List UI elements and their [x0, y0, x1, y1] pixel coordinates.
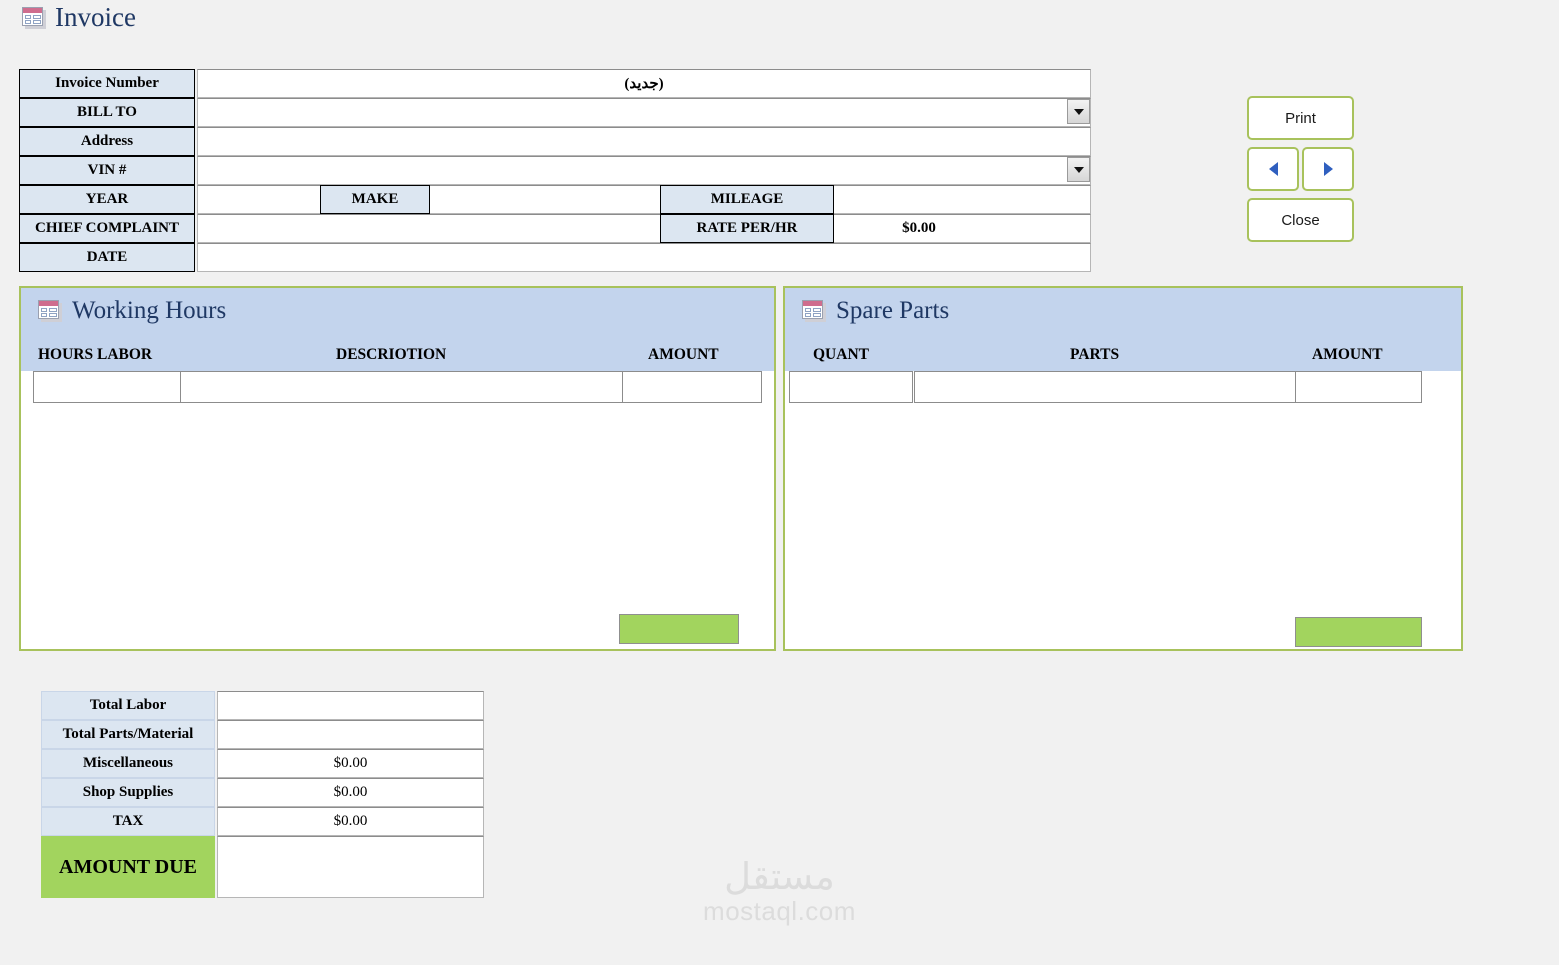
- label-total-parts-material: Total Parts/Material: [41, 720, 215, 749]
- column-header-amount: AMOUNT: [1312, 346, 1383, 363]
- row-chief-complaint: CHIEF COMPLAINT RATE PER/HR $0.00: [19, 214, 1091, 243]
- label-chief-complaint: CHIEF COMPLAINT: [19, 214, 195, 243]
- totals-row-tax: TAX $0.00: [41, 807, 484, 836]
- working-hours-title: Working Hours: [38, 298, 226, 323]
- watermark-latin: mostaql.com: [703, 896, 856, 926]
- value-shop-supplies[interactable]: $0.00: [217, 778, 484, 807]
- label-mileage: MILEAGE: [660, 185, 834, 214]
- action-buttons: Print Close: [1247, 96, 1355, 242]
- value-rate-per-hr[interactable]: $0.00: [834, 214, 1004, 243]
- spare-parts-subform: Spare Parts QUANT PARTS AMOUNT: [783, 286, 1463, 651]
- bill-to-chevron-down-icon[interactable]: [1067, 99, 1090, 124]
- row-year: YEAR MAKE MILEAGE: [19, 185, 1091, 214]
- cell-amount[interactable]: [1295, 371, 1422, 403]
- arrow-right-icon: [1323, 162, 1333, 176]
- label-make: MAKE: [320, 185, 430, 214]
- row-bill-to: BILL TO: [19, 98, 1091, 127]
- totals-row-miscellaneous: Miscellaneous $0.00: [41, 749, 484, 778]
- cell-amount[interactable]: [622, 371, 762, 403]
- form-icon: [22, 6, 46, 29]
- label-tax: TAX: [41, 807, 215, 836]
- value-miscellaneous[interactable]: $0.00: [217, 749, 484, 778]
- field-invoice-number[interactable]: (جديد): [197, 69, 1091, 98]
- column-header-amount: AMOUNT: [648, 346, 719, 363]
- invoice-header-form: Invoice Number (جديد) BILL TO Address VI…: [19, 69, 1091, 272]
- value-amount-due[interactable]: [217, 836, 484, 898]
- form-icon: [38, 299, 62, 322]
- close-button[interactable]: Close: [1247, 198, 1354, 242]
- working-hours-row: [21, 371, 774, 403]
- spare-parts-header: Spare Parts QUANT PARTS AMOUNT: [785, 288, 1461, 371]
- row-address: Address: [19, 127, 1091, 156]
- label-invoice-number: Invoice Number: [19, 69, 195, 98]
- page-title: Invoice: [22, 4, 136, 31]
- page-title-text: Invoice: [55, 2, 136, 32]
- field-bill-to[interactable]: [197, 98, 1091, 127]
- column-header-description: DESCRIOTION: [336, 346, 447, 363]
- spare-parts-row: [785, 371, 1461, 403]
- next-record-button[interactable]: [1302, 147, 1354, 191]
- totals-row-total-labor: Total Labor: [41, 691, 484, 720]
- working-hours-column-headers: HOURS LABOR DESCRIOTION AMOUNT: [21, 346, 774, 370]
- working-hours-title-text: Working Hours: [72, 297, 227, 324]
- working-hours-total[interactable]: [619, 614, 739, 644]
- value-tax[interactable]: $0.00: [217, 807, 484, 836]
- spare-parts-column-headers: QUANT PARTS AMOUNT: [785, 346, 1461, 370]
- label-total-labor: Total Labor: [41, 691, 215, 720]
- watermark-arabic: مستقل: [724, 855, 835, 898]
- working-hours-subform: Working Hours HOURS LABOR DESCRIOTION AM…: [19, 286, 776, 651]
- totals-row-total-parts: Total Parts/Material: [41, 720, 484, 749]
- field-address[interactable]: [197, 127, 1091, 156]
- column-header-hours-labor: HOURS LABOR: [38, 346, 153, 363]
- arrow-left-icon: [1268, 162, 1278, 176]
- label-year: YEAR: [19, 185, 195, 214]
- label-shop-supplies: Shop Supplies: [41, 778, 215, 807]
- row-date: DATE: [19, 243, 1091, 272]
- working-hours-header: Working Hours HOURS LABOR DESCRIOTION AM…: [21, 288, 774, 371]
- watermark: مستقل mostaql.com: [672, 858, 887, 928]
- form-icon: [802, 299, 826, 322]
- value-total-parts-material[interactable]: [217, 720, 484, 749]
- cell-description[interactable]: [180, 371, 623, 403]
- cell-hours-labor[interactable]: [33, 371, 181, 403]
- label-vin: VIN #: [19, 156, 195, 185]
- totals-row-shop-supplies: Shop Supplies $0.00: [41, 778, 484, 807]
- value-total-labor[interactable]: [217, 691, 484, 720]
- row-invoice-number: Invoice Number (جديد): [19, 69, 1091, 98]
- row-vin: VIN #: [19, 156, 1091, 185]
- previous-record-button[interactable]: [1247, 147, 1299, 191]
- label-date: DATE: [19, 243, 195, 272]
- label-address: Address: [19, 127, 195, 156]
- label-miscellaneous: Miscellaneous: [41, 749, 215, 778]
- cell-quant[interactable]: [789, 371, 913, 403]
- totals-table: Total Labor Total Parts/Material Miscell…: [41, 691, 484, 898]
- label-amount-due: AMOUNT DUE: [41, 836, 215, 898]
- label-bill-to: BILL TO: [19, 98, 195, 127]
- label-rate-per-hr: RATE PER/HR: [660, 214, 834, 243]
- print-button[interactable]: Print: [1247, 96, 1354, 140]
- field-date[interactable]: [197, 243, 1091, 272]
- vin-chevron-down-icon[interactable]: [1067, 157, 1090, 182]
- spare-parts-title-text: Spare Parts: [836, 297, 950, 324]
- cell-parts[interactable]: [914, 371, 1296, 403]
- record-navigation: [1247, 147, 1355, 191]
- column-header-parts: PARTS: [1070, 346, 1120, 363]
- column-header-quant: QUANT: [813, 346, 869, 363]
- spare-parts-total[interactable]: [1295, 617, 1422, 647]
- totals-row-amount-due: AMOUNT DUE: [41, 836, 484, 898]
- field-vin[interactable]: [197, 156, 1091, 185]
- spare-parts-title: Spare Parts: [802, 298, 949, 323]
